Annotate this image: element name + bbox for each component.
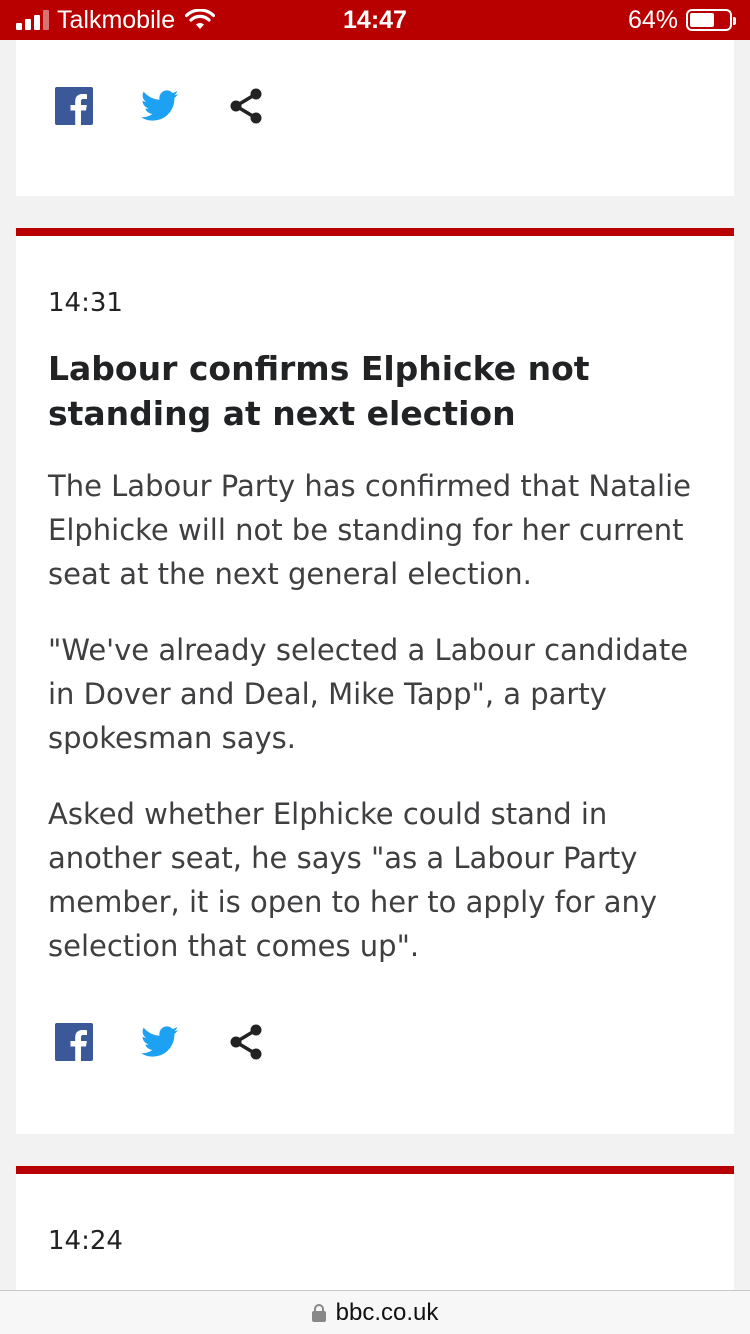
lock-icon [311,1303,326,1322]
battery-icon [686,9,736,31]
share-icon[interactable] [226,86,266,126]
battery-percent: 64% [627,5,678,34]
post-time: 14:31 [48,288,123,318]
share-icon[interactable] [226,1022,266,1062]
share-row [54,1022,266,1062]
post-paragraph: Asked whether Elphicke could stand in an… [48,797,658,963]
share-row [54,86,266,126]
twitter-icon[interactable] [140,1022,180,1062]
url-bar[interactable]: bbc.co.uk [0,1290,750,1334]
post-headline: Labour confirms Elphicke not standing at… [48,349,590,433]
post-paragraph: "We've already selected a Labour candida… [48,633,689,755]
post-paragraph: The Labour Party has confirmed that Nata… [48,469,691,591]
post-time: 14:24 [48,1226,123,1256]
live-post-card: 14:31 Labour confirms Elphicke not stand… [16,228,734,1134]
twitter-icon[interactable] [140,86,180,126]
facebook-icon[interactable] [54,86,94,126]
facebook-icon[interactable] [54,1022,94,1062]
status-bar: Talkmobile 14:47 64% [0,0,750,40]
url-domain: bbc.co.uk [335,1298,439,1326]
post-body: The Labour Party has confirmed that Nata… [48,464,708,1000]
previous-post-card [16,40,734,196]
